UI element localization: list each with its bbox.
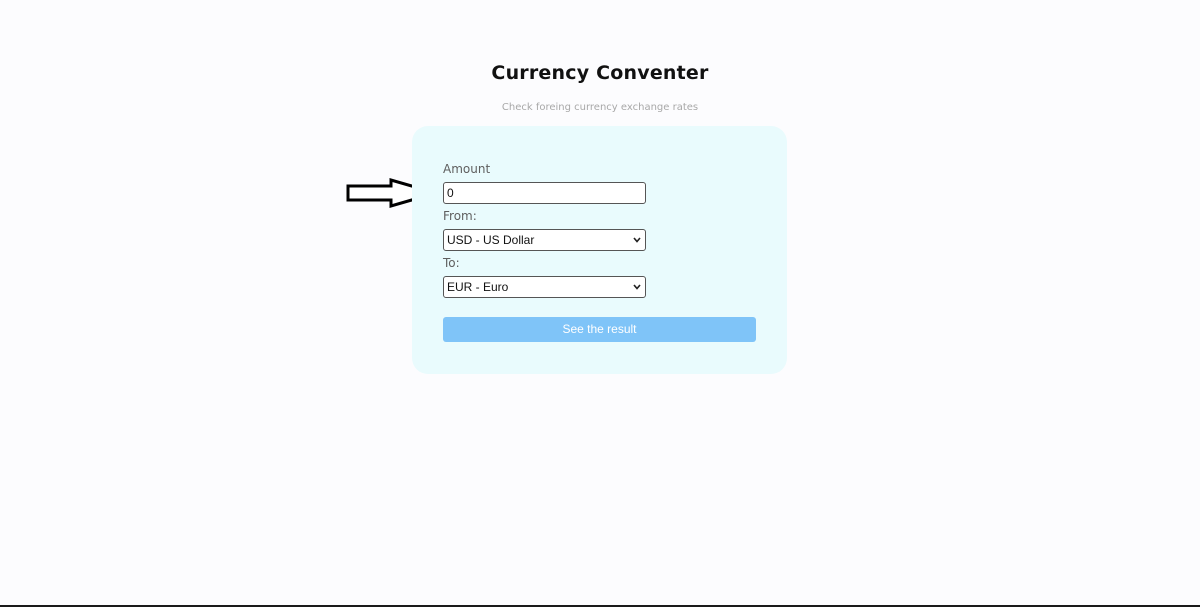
from-label: From:	[443, 209, 477, 223]
amount-label: Amount	[443, 162, 491, 176]
to-label: To:	[443, 256, 460, 270]
amount-input-value: 0	[447, 186, 454, 200]
amount-input[interactable]: 0	[443, 182, 646, 204]
see-result-button[interactable]: See the result	[443, 317, 756, 342]
page-subtitle: Check foreing currency exchange rates	[501, 102, 699, 113]
to-currency-value: EUR - Euro	[447, 280, 509, 294]
from-currency-select[interactable]: USD - US Dollar	[443, 229, 646, 251]
to-currency-select[interactable]: EUR - Euro	[443, 276, 646, 298]
from-currency-value: USD - US Dollar	[447, 233, 535, 247]
converter-card: Amount 0 From: USD - US Dollar To: EUR -…	[412, 126, 787, 374]
chevron-down-icon	[633, 237, 641, 243]
chevron-down-icon	[633, 284, 641, 290]
page-title: Currency Conventer	[491, 62, 709, 84]
